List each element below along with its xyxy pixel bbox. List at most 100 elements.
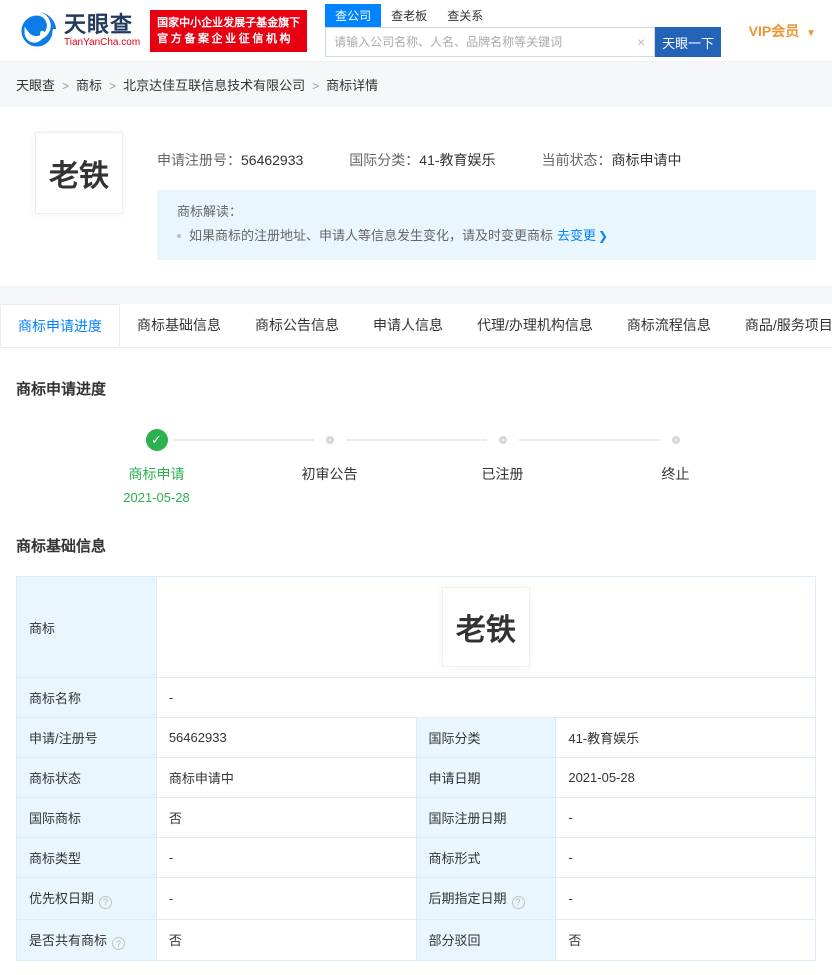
step-label: 终止 [661, 466, 690, 482]
summary-meta: 申请注册号：56462933 国际分类：41-教育娱乐 当前状态：商标申请中 [157, 150, 816, 170]
vip-label: VIP会员 [748, 22, 800, 39]
row-label: 国际注册日期 [415, 797, 557, 838]
row-value: 56462933 [155, 717, 417, 758]
note-text: 如果商标的注册地址、申请人等信息发生变化，请及时变更商标 [189, 228, 554, 243]
row-label: 后期指定日期? [415, 877, 557, 920]
trademark-note: 商标解读： 如果商标的注册地址、申请人等信息发生变化，请及时变更商标 去变更 ❯ [157, 190, 816, 260]
tab-basic-info[interactable]: 商标基础信息 [120, 304, 238, 347]
row-value: 否 [155, 797, 417, 838]
search-tab-relation[interactable]: 查关系 [437, 4, 493, 27]
badge-line-2: 官方备案企业征信机构 [157, 32, 294, 45]
row-value: - [155, 677, 817, 718]
search-area: 查公司 查老板 查关系 × 天眼一下 [325, 4, 722, 57]
step-label: 已注册 [481, 466, 524, 482]
detail-content: 商标申请进度 商标基础信息 商标公告信息 申请人信息 代理/办理机构信息 商标流… [0, 304, 832, 975]
pending-dot-icon [671, 436, 680, 444]
row-value: - [555, 797, 816, 838]
row-value: - [555, 877, 816, 920]
table-row: 是否共有商标? 否 部分驳回 否 [16, 918, 816, 961]
vip-menu[interactable]: VIP会员 ▼ [749, 21, 816, 41]
gov-certification-badge: 国家中小企业发展子基金旗下 官方备案企业征信机构 [150, 9, 308, 52]
clear-search-icon[interactable]: × [628, 34, 654, 50]
breadcrumb-trademark[interactable]: 商标 [76, 78, 102, 93]
basic-info-section-title: 商标基础信息 [16, 538, 107, 555]
row-label: 是否共有商标? [16, 918, 157, 961]
search-input[interactable] [326, 35, 628, 49]
step-terminated: 终止 [589, 429, 762, 505]
badge-line-1: 国家中小企业发展子基金旗下 [157, 16, 301, 29]
row-value: 商标申请中 [155, 757, 417, 798]
trademark-summary: 老铁 申请注册号：56462933 国际分类：41-教育娱乐 当前状态：商标申请… [0, 107, 832, 286]
row-value: 2021-05-28 [555, 757, 816, 798]
progress-steps: ✓ 商标申请 2021-05-28 初审公告 已注册 终止 [0, 429, 832, 505]
row-value: 否 [555, 918, 816, 961]
logo-name: 天眼查 [64, 11, 134, 37]
trademark-image: 老铁 [35, 132, 123, 214]
summary-details: 申请注册号：56462933 国际分类：41-教育娱乐 当前状态：商标申请中 商… [157, 132, 816, 260]
tab-announcement-info[interactable]: 商标公告信息 [238, 304, 356, 347]
check-icon: ✓ [145, 429, 168, 451]
breadcrumb-home[interactable]: 天眼查 [16, 78, 55, 93]
row-value: - [155, 877, 417, 920]
tab-process-info[interactable]: 商标流程信息 [610, 304, 728, 347]
table-row: 申请/注册号 56462933 国际分类 41-教育娱乐 [16, 717, 816, 758]
row-label: 商标形式 [415, 837, 557, 878]
table-row: 商标名称 - [16, 677, 817, 718]
step-date: 2021-05-28 [123, 490, 190, 505]
row-value: - [155, 837, 417, 878]
row-label: 国际分类 [415, 717, 557, 758]
row-label: 商标 [16, 576, 157, 678]
breadcrumb: 天眼查 > 商标 > 北京达佳互联信息技术有限公司 > 商标详情 [0, 62, 832, 107]
row-label: 商标状态 [16, 757, 157, 798]
row-label: 部分驳回 [415, 918, 557, 961]
row-label: 优先权日期? [16, 877, 157, 920]
note-title: 商标解读： [177, 204, 243, 219]
progress-section-title: 商标申请进度 [16, 381, 107, 398]
change-trademark-link[interactable]: 去变更 [557, 225, 596, 247]
breadcrumb-separator: > [109, 79, 117, 93]
step-application: ✓ 商标申请 2021-05-28 [70, 429, 314, 505]
tab-agency-info[interactable]: 代理/办理机构信息 [460, 304, 610, 347]
row-label: 商标类型 [16, 837, 157, 878]
breadcrumb-current: 商标详情 [326, 78, 379, 93]
step-label: 初审公告 [301, 466, 358, 482]
row-value: - [555, 837, 816, 878]
tianyancha-logo[interactable]: 天眼查 TianYanCha.com [16, 10, 140, 52]
row-value: 否 [155, 918, 417, 961]
note-line: 如果商标的注册地址、申请人等信息发生变化，请及时变更商标 去变更 ❯ [177, 225, 796, 247]
row-label: 申请日期 [415, 757, 557, 798]
row-value: 41-教育娱乐 [555, 717, 816, 758]
chevron-right-icon: ❯ [598, 229, 609, 243]
bullet-icon [177, 234, 181, 238]
step-label: 商标申请 [128, 466, 185, 482]
header: 天眼查 TianYanCha.com 国家中小企业发展子基金旗下 官方备案企业征… [0, 0, 832, 62]
trademark-text: 老铁 [49, 160, 109, 193]
table-row: 商标状态 商标申请中 申请日期 2021-05-28 [16, 757, 816, 798]
trademark-image-cell: 老铁 [155, 576, 817, 678]
pending-dot-icon [498, 436, 507, 444]
tab-goods-services[interactable]: 商品/服务项目 [728, 304, 832, 347]
registration-number: 申请注册号：56462933 [157, 152, 304, 168]
search-tab-company[interactable]: 查公司 [325, 4, 382, 27]
logo-text: 天眼查 TianYanCha.com [64, 11, 141, 49]
chevron-down-icon: ▼ [806, 27, 816, 39]
step-preliminary-approval: 初审公告 [243, 429, 487, 505]
row-label: 国际商标 [16, 797, 157, 838]
search-tab-boss[interactable]: 查老板 [381, 4, 437, 27]
international-class: 国际分类：41-教育娱乐 [349, 152, 496, 168]
table-row: 国际商标 否 国际注册日期 - [16, 797, 816, 838]
step-registered: 已注册 [416, 429, 660, 505]
search-button[interactable]: 天眼一下 [655, 27, 722, 57]
search-box: × [325, 27, 656, 57]
tab-application-progress[interactable]: 商标申请进度 [0, 304, 120, 347]
detail-tabs: 商标申请进度 商标基础信息 商标公告信息 申请人信息 代理/办理机构信息 商标流… [0, 304, 832, 348]
info-icon[interactable]: ? [112, 937, 126, 950]
tab-applicant-info[interactable]: 申请人信息 [356, 304, 460, 347]
info-icon[interactable]: ? [511, 895, 525, 909]
breadcrumb-company[interactable]: 北京达佳互联信息技术有限公司 [123, 78, 305, 93]
info-icon[interactable]: ? [99, 895, 113, 909]
breadcrumb-separator: > [312, 79, 320, 93]
logo-domain: TianYanCha.com [64, 36, 141, 48]
search-type-tabs: 查公司 查老板 查关系 [325, 4, 721, 27]
